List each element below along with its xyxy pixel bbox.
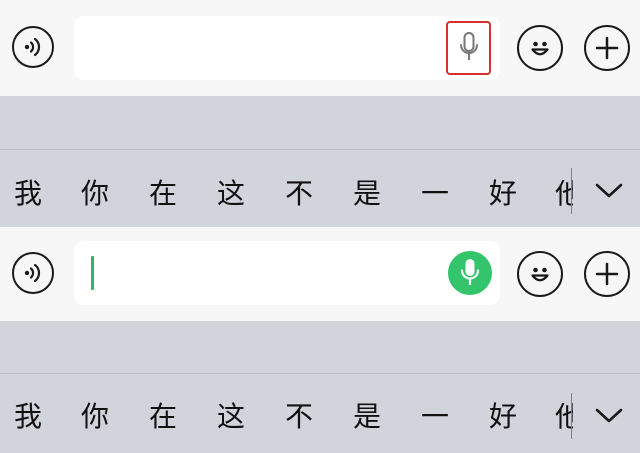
add-button[interactable]: [584, 25, 630, 71]
chevron-down-icon[interactable]: [594, 407, 624, 425]
candidate-bar: 我 你 在 这 不 是 一 好 他: [0, 152, 640, 228]
voice-toggle-button[interactable]: [12, 26, 54, 68]
candidate-word[interactable]: 你: [81, 403, 109, 431]
candidate-word[interactable]: 你: [81, 180, 109, 208]
emoji-button[interactable]: [517, 251, 563, 297]
candidate-word[interactable]: 好: [489, 180, 517, 208]
message-input[interactable]: [74, 16, 500, 80]
smiley-icon: [531, 267, 549, 282]
voice-wave-icon: [24, 263, 41, 283]
emoji-button[interactable]: [517, 25, 563, 71]
chat-input-bar: [0, 0, 640, 96]
candidate-word[interactable]: 我: [14, 403, 42, 431]
text-cursor: [91, 256, 94, 290]
chat-input-bar-active: [0, 227, 640, 321]
chevron-down-icon[interactable]: [594, 182, 624, 200]
candidate-word[interactable]: 这: [217, 403, 245, 431]
plus-icon: [595, 262, 619, 286]
candidate-bar: 我 你 在 这 不 是 一 好 他: [0, 375, 640, 453]
candidate-separator: [571, 168, 572, 214]
add-button[interactable]: [584, 251, 630, 297]
candidate-word[interactable]: 在: [149, 403, 177, 431]
candidate-word[interactable]: 一: [421, 403, 449, 431]
candidate-word[interactable]: 是: [353, 180, 381, 208]
candidate-word[interactable]: 我: [14, 180, 42, 208]
candidate-word[interactable]: 在: [149, 180, 177, 208]
candidate-word[interactable]: 是: [353, 403, 381, 431]
mic-button-active[interactable]: [448, 251, 492, 295]
divider: [0, 373, 640, 374]
candidate-word[interactable]: 这: [217, 180, 245, 208]
microphone-icon: [460, 259, 480, 285]
message-input[interactable]: [74, 241, 500, 305]
candidate-word[interactable]: 不: [285, 403, 313, 431]
plus-icon: [595, 36, 619, 60]
candidate-word[interactable]: 一: [421, 180, 449, 208]
voice-wave-icon: [24, 37, 41, 57]
mic-button[interactable]: [446, 21, 491, 75]
candidate-word[interactable]: 好: [489, 403, 517, 431]
divider: [0, 149, 640, 150]
candidate-separator: [571, 393, 572, 439]
candidate-word[interactable]: 不: [285, 180, 313, 208]
smiley-icon: [531, 41, 549, 56]
microphone-icon: [459, 32, 478, 60]
voice-toggle-button[interactable]: [12, 252, 54, 294]
